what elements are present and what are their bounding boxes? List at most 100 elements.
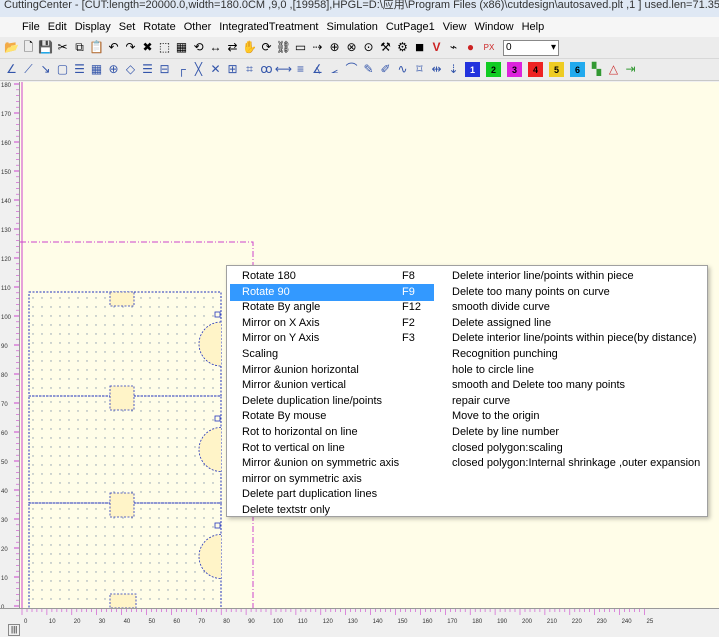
cross2-icon[interactable]: ✕ — [208, 62, 223, 77]
menu-item-rot-to-vertical-on-line[interactable]: Rot to vertical on line — [230, 440, 434, 457]
frame2-icon[interactable]: ⌑ — [412, 62, 427, 77]
tool-icon[interactable]: ⚒ — [378, 40, 393, 55]
menu-item-delete-duplication-line-points[interactable]: Delete duplication line/points — [230, 393, 434, 410]
rectangle-icon[interactable]: ▢ — [55, 62, 70, 77]
rotate-icon[interactable]: ⟲ — [191, 40, 206, 55]
menu-item-rotate-90[interactable]: Rotate 90 F9 — [230, 283, 434, 301]
target-icon[interactable]: ⊕ — [327, 40, 342, 55]
color-swatch-1[interactable]: 1 — [465, 62, 480, 77]
dot-icon[interactable]: ● — [463, 40, 478, 55]
pen2-icon[interactable]: ✐ — [378, 62, 393, 77]
split-color-icon[interactable]: ▚ — [589, 62, 604, 77]
menu-item-delete-interior-line-points-within-piece-by-distance[interactable]: Delete interior line/points within piece… — [450, 330, 704, 347]
arrow-icon[interactable]: ↔ — [208, 40, 223, 55]
refresh-icon[interactable]: ⟳ — [259, 40, 274, 55]
line-icon[interactable]: ∠ — [4, 62, 19, 77]
black-square-icon[interactable]: ■ — [412, 40, 427, 55]
menu-item-mirror-union-vertical[interactable]: Mirror &union vertical — [230, 377, 434, 394]
plug-icon[interactable]: ⌁ — [446, 40, 461, 55]
measure-icon[interactable]: ⟷ — [275, 62, 292, 77]
menu-item-rotate-by-mouse[interactable]: Rotate By mouse — [230, 408, 434, 425]
menu-help[interactable]: Help — [518, 21, 549, 33]
menu-item-delete-interior-line-points-within-piece[interactable]: Delete interior line/points within piece — [450, 268, 704, 285]
dashes-icon[interactable]: ≡ — [293, 62, 308, 77]
menu-item-delete-too-many-points-on-curve[interactable]: Delete too many points on curve — [450, 284, 704, 301]
menu-item-smooth-divide-curve[interactable]: smooth divide curve — [450, 299, 704, 316]
px-value-combo[interactable]: 0 ▾ — [503, 39, 559, 56]
menu-item-mirror-on-symmetric-axis[interactable]: mirror on symmetric axis — [230, 471, 434, 488]
new-file-icon[interactable]: 🗋 — [21, 40, 36, 55]
menu-item-delete-part-duplication-lines[interactable]: Delete part duplication lines — [230, 486, 434, 503]
menu-item-delete-textstr-only[interactable]: Delete textstr only — [230, 502, 434, 519]
lines-icon[interactable]: ☰ — [140, 62, 155, 77]
triangle-icon[interactable]: △ — [606, 62, 621, 77]
curve-icon[interactable]: ↘ — [38, 62, 53, 77]
angle2-icon[interactable]: ⦟ — [327, 62, 342, 77]
menu-display[interactable]: Display — [71, 21, 115, 33]
table-icon[interactable]: ☰ — [72, 62, 87, 77]
color-swatch-5[interactable]: 5 — [549, 62, 564, 77]
loop-icon[interactable]: ꝏ — [259, 62, 274, 77]
color-swatch-2[interactable]: 2 — [486, 62, 501, 77]
target3-icon[interactable]: ⊙ — [361, 40, 376, 55]
paste-icon[interactable]: 📋 — [89, 40, 104, 55]
menu-item-delete-by-line-number[interactable]: Delete by line number — [450, 424, 704, 441]
exit-icon[interactable]: ⇥ — [623, 62, 638, 77]
polyline-icon[interactable]: ⟋ — [21, 62, 36, 77]
tool2-icon[interactable]: ⚙ — [395, 40, 410, 55]
color-swatch-6[interactable]: 6 — [570, 62, 585, 77]
angle-icon[interactable]: ∡ — [310, 62, 325, 77]
menu-item-mirror-on-y-axis[interactable]: Mirror on Y Axis F3 — [230, 330, 434, 347]
color-swatch-3[interactable]: 3 — [507, 62, 522, 77]
menu-rotate[interactable]: Rotate — [139, 21, 179, 33]
split-icon[interactable]: ⊞ — [225, 62, 240, 77]
menu-other[interactable]: Other — [180, 21, 216, 33]
menu-item-move-to-the-origin[interactable]: Move to the origin — [450, 408, 704, 425]
arc-icon[interactable]: ⌒ — [344, 62, 359, 77]
menu-item-hole-to-circle-line[interactable]: hole to circle line — [450, 362, 704, 379]
menu-view[interactable]: View — [439, 21, 471, 33]
menu-set[interactable]: Set — [115, 21, 140, 33]
bracket-icon[interactable]: ⊟ — [157, 62, 172, 77]
menu-file[interactable]: File — [18, 21, 44, 33]
menu-item-delete-assigned-line[interactable]: Delete assigned line — [450, 315, 704, 332]
pen-icon[interactable]: ✎ — [361, 62, 376, 77]
menu-item-closed-polygon-scaling[interactable]: closed polygon:scaling — [450, 440, 704, 457]
arrows-icon[interactable]: ⇹ — [429, 62, 444, 77]
menu-cutpage1[interactable]: CutPage1 — [382, 21, 439, 33]
arrow2-icon[interactable]: ⇄ — [225, 40, 240, 55]
corner-icon[interactable]: ┌ — [174, 62, 189, 77]
wave-icon[interactable]: ∿ — [395, 62, 410, 77]
link-icon[interactable]: ⛓ — [276, 40, 291, 55]
menu-item-rot-to-horizontal-on-line[interactable]: Rot to horizontal on line — [230, 424, 434, 441]
menu-item-rotate-180[interactable]: Rotate 180 F8 — [230, 268, 434, 285]
pin-icon[interactable]: ⇣ — [446, 62, 461, 77]
menu-item-mirror-union-horizontal[interactable]: Mirror &union horizontal — [230, 362, 434, 379]
box-icon[interactable]: ⌗ — [242, 62, 257, 77]
menu-item-repair-curve[interactable]: repair curve — [450, 393, 704, 410]
menu-window[interactable]: Window — [470, 21, 517, 33]
copy-icon[interactable]: ⧉ — [72, 40, 87, 55]
delete-icon[interactable]: ✖ — [140, 40, 155, 55]
hand-icon[interactable]: ✋ — [242, 40, 257, 55]
menu-item-scaling[interactable]: Scaling — [230, 346, 434, 363]
arrow3-icon[interactable]: ⇢ — [310, 40, 325, 55]
menu-item-rotate-by-angle[interactable]: Rotate By angle F12 — [230, 299, 434, 316]
grid-icon[interactable]: ▦ — [174, 40, 189, 55]
menu-edit[interactable]: Edit — [44, 21, 71, 33]
menu-item-mirror-union-on-symmetric-axis[interactable]: Mirror &union on symmetric axis — [230, 455, 434, 472]
save-icon[interactable]: 💾 — [38, 40, 53, 55]
select-icon[interactable]: ⬚ — [157, 40, 172, 55]
menu-integratedtreatment[interactable]: IntegratedTreatment — [215, 21, 322, 33]
cut-icon[interactable]: ✂ — [55, 40, 70, 55]
menu-simulation[interactable]: Simulation — [323, 21, 382, 33]
diamond-icon[interactable]: ◇ — [123, 62, 138, 77]
frame-icon[interactable]: ▭ — [293, 40, 308, 55]
menu-item-closed-polygon-internal-shrinkage-outer-expansion[interactable]: closed polygon:Internal shrinkage ,outer… — [450, 455, 704, 472]
menu-item-mirror-on-x-axis[interactable]: Mirror on X Axis F2 — [230, 315, 434, 332]
target2-icon[interactable]: ⊗ — [344, 40, 359, 55]
color-swatch-4[interactable]: 4 — [528, 62, 543, 77]
grid2-icon[interactable]: ▦ — [89, 62, 104, 77]
redo-icon[interactable]: ↷ — [123, 40, 138, 55]
menu-item-recognition-punching[interactable]: Recognition punching — [450, 346, 704, 363]
